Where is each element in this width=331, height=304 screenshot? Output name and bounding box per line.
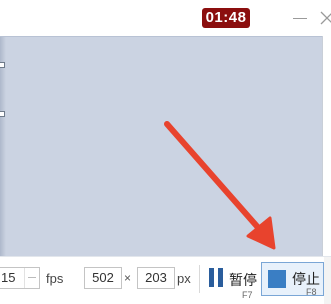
close-button[interactable] — [312, 5, 331, 31]
close-icon — [320, 11, 331, 25]
times-symbol: × — [124, 271, 132, 285]
toolbar-divider — [199, 265, 200, 293]
pause-button[interactable]: 暂停 F7 — [204, 263, 258, 300]
recorder-window: 01:48 15 fps 502 × 203 px 暂停 F7 停止 F8 — [0, 0, 331, 304]
recording-timer: 01:48 — [202, 8, 250, 28]
toolbar-right-edge — [324, 257, 331, 304]
minimize-button[interactable] — [290, 8, 310, 28]
stop-label: 停止 — [292, 271, 320, 287]
resize-handle-top-left[interactable] — [0, 62, 5, 68]
capture-area[interactable] — [0, 36, 322, 257]
fps-spinner[interactable] — [24, 268, 39, 288]
stop-button[interactable]: 停止 F8 — [261, 262, 324, 297]
title-bar: 01:48 — [0, 0, 331, 36]
height-input[interactable]: 203 — [137, 267, 175, 289]
fps-value: 15 — [1, 270, 16, 285]
px-label: px — [177, 271, 191, 286]
pause-shortcut: F7 — [242, 290, 253, 300]
resize-handle-left[interactable] — [0, 111, 5, 117]
fps-input[interactable]: 15 — [0, 267, 40, 289]
stop-icon — [268, 270, 286, 288]
stop-shortcut: F8 — [306, 287, 317, 297]
fps-label: fps — [46, 271, 64, 286]
captured-content-edge — [0, 37, 6, 257]
pause-label: 暂停 — [229, 272, 257, 288]
width-input[interactable]: 502 — [84, 267, 122, 289]
recording-toolbar: 15 fps 502 × 203 px 暂停 F7 停止 F8 — [0, 256, 331, 304]
window-right-edge — [322, 36, 331, 256]
